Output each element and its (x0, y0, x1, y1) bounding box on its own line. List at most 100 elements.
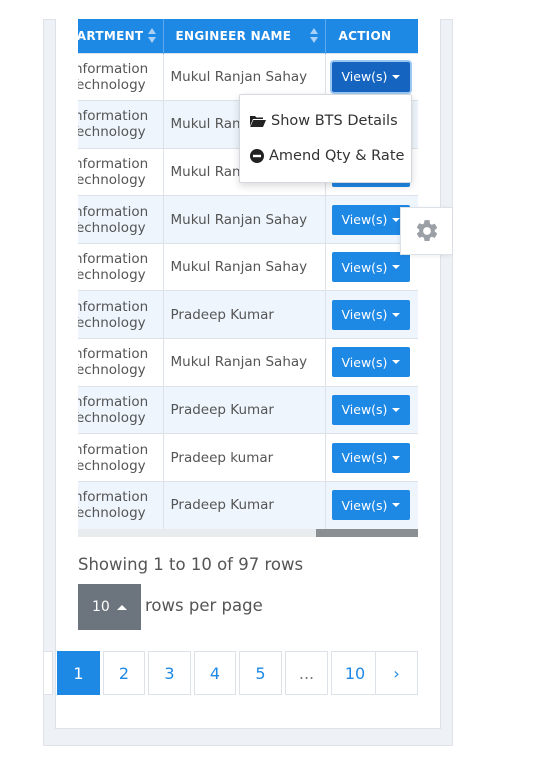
page-4[interactable]: 4 (194, 651, 236, 695)
department-line-1: Information (78, 251, 149, 268)
table-row: InformationTechnologyPradeep kumarView(s… (78, 433, 418, 482)
view-button-label: View(s) (341, 69, 388, 85)
column-header-label: ACTION (338, 28, 392, 43)
column-header-engineer-name[interactable]: ENGINEER NAME (163, 19, 326, 53)
cell-department: InformationTechnology (78, 338, 164, 387)
cell-action: View(s) (325, 338, 418, 387)
view-button-label: View(s) (341, 497, 388, 513)
view-actions-button[interactable]: View(s) (331, 61, 410, 92)
scrollbar-thumb[interactable] (316, 529, 418, 537)
sort-icon[interactable] (309, 28, 318, 44)
cell-department: InformationTechnology (78, 385, 164, 434)
rows-per-page-value: 10 (92, 599, 110, 615)
department-line-1: Information (78, 393, 149, 410)
caret-down-icon (391, 407, 400, 412)
page-ellipsis: ... (285, 651, 328, 695)
cell-engineer-name: Pradeep Kumar (163, 290, 326, 339)
caret-down-icon (391, 312, 400, 317)
view-actions-button[interactable]: View(s) (331, 299, 410, 330)
cell-department: InformationTechnology (78, 100, 164, 149)
menu-item-amend-qty-rate[interactable]: Amend Qty & Rate (249, 143, 404, 169)
table-row: InformationTechnologyMukul Ranjan SahayV… (78, 242, 418, 291)
table-row: InformationTechnologyPradeep KumarView(s… (78, 480, 418, 529)
cell-department: InformationTechnology (78, 480, 164, 529)
table-header-row: DEPARTMENT ENGINEER NAME ACTION (78, 19, 418, 53)
view-button-label: View(s) (341, 450, 388, 466)
department-line-1: Information (78, 298, 149, 315)
showing-rows-text: Showing 1 to 10 of 97 rows (78, 555, 304, 574)
department-line-1: Information (78, 108, 149, 125)
cell-engineer-name: Mukul Ranjan Sahay (163, 242, 326, 291)
page-3[interactable]: 3 (148, 651, 191, 695)
cell-action: View(s) (325, 433, 418, 482)
table-row: InformationTechnologyMukul Ranjan SahayV… (78, 338, 418, 387)
menu-item-label: Amend Qty & Rate (269, 148, 405, 164)
sort-icon[interactable] (147, 28, 156, 44)
department-line-2: Technology (78, 267, 146, 284)
department-line-2: Technology (78, 171, 146, 188)
cell-action: View(s) (325, 290, 418, 339)
cell-action: View(s) (325, 480, 418, 529)
department-line-1: Information (78, 489, 149, 506)
department-line-2: Technology (78, 505, 146, 522)
view-actions-button[interactable]: View(s) (331, 394, 410, 425)
department-line-2: Technology (78, 362, 146, 379)
view-actions-button[interactable]: View(s) (331, 347, 410, 378)
page-next-button[interactable]: › (375, 651, 418, 695)
gear-icon (416, 220, 437, 241)
table-row: InformationTechnologyPradeep KumarView(s… (78, 290, 418, 339)
view-button-label: View(s) (341, 402, 388, 418)
column-header-label: ENGINEER NAME (175, 28, 292, 43)
caret-down-icon (391, 74, 400, 79)
column-header-department[interactable]: DEPARTMENT (78, 19, 164, 53)
caret-up-icon (116, 604, 127, 610)
view-button-label: View(s) (341, 212, 388, 228)
cell-department: InformationTechnology (78, 433, 164, 482)
menu-item-label: Show BTS Details (271, 113, 398, 129)
column-header-action: ACTION (325, 19, 418, 53)
caret-down-icon (391, 455, 400, 460)
department-line-1: Information (78, 346, 149, 363)
cell-engineer-name: Pradeep Kumar (163, 385, 326, 434)
cell-department: InformationTechnology (78, 290, 164, 339)
cell-department: InformationTechnology (78, 195, 164, 244)
menu-item-show-bts-details[interactable]: Show BTS Details (249, 108, 398, 134)
department-line-2: Technology (78, 457, 146, 474)
view-actions-button[interactable]: View(s) (331, 442, 410, 473)
caret-down-icon (391, 360, 400, 365)
view-actions-button[interactable]: View(s) (331, 204, 410, 235)
settings-tab[interactable] (400, 207, 452, 255)
folder-open-icon (250, 116, 266, 127)
view-button-label: View(s) (341, 307, 388, 323)
cell-engineer-name: Mukul Ranjan Sahay (163, 338, 326, 387)
page-5[interactable]: 5 (239, 651, 282, 695)
cell-department: InformationTechnology (78, 52, 164, 101)
column-header-label: DEPARTMENT (78, 28, 144, 43)
view-actions-dropdown: Show BTS Details Amend Qty & Rate (239, 94, 412, 183)
page-1[interactable]: 1 (57, 651, 100, 695)
page-2[interactable]: 2 (103, 651, 145, 695)
department-line-2: Technology (78, 124, 146, 141)
page-10[interactable]: 10 (331, 651, 379, 695)
department-line-1: Information (78, 203, 149, 220)
rows-per-page-button[interactable]: 10 (78, 584, 141, 630)
caret-down-icon (391, 217, 400, 222)
page-prev-edge[interactable] (44, 651, 53, 695)
department-line-1: Information (78, 155, 149, 172)
department-line-1: Information (78, 441, 149, 458)
cell-action: View(s) (325, 385, 418, 434)
cell-department: InformationTechnology (78, 147, 164, 196)
cell-engineer-name: Pradeep kumar (163, 433, 326, 482)
department-line-2: Technology (78, 76, 146, 93)
view-actions-button[interactable]: View(s) (331, 490, 410, 521)
cell-engineer-name: Pradeep Kumar (163, 480, 326, 529)
department-line-2: Technology (78, 409, 146, 426)
horizontal-scrollbar[interactable] (78, 529, 418, 537)
caret-down-icon (391, 503, 400, 508)
cell-engineer-name: Mukul Ranjan Sahay (163, 195, 326, 244)
table-row: InformationTechnologyMukul Ranjan Sahay V… (78, 195, 418, 244)
view-button-label: View(s) (341, 354, 388, 370)
view-actions-button[interactable]: View(s) (331, 252, 410, 283)
cell-department: InformationTechnology (78, 242, 164, 291)
department-line-2: Technology (78, 314, 146, 331)
